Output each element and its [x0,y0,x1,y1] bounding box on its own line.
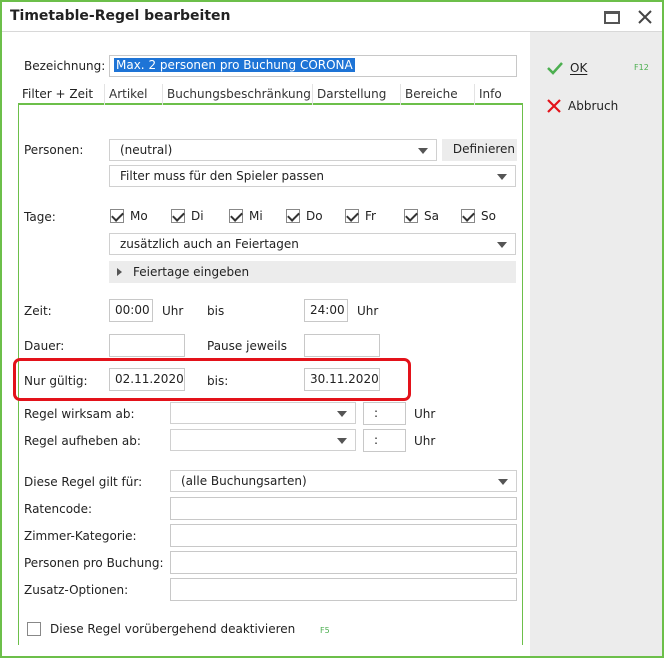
aufheben-time-input[interactable]: : [363,429,406,452]
wirksam-label: Regel wirksam ab: [24,407,135,421]
time-from-unit: Uhr [162,304,184,318]
zeit-label: Zeit: [24,304,52,318]
time-bis-label: bis [207,304,225,318]
define-button[interactable]: Definieren [442,139,517,161]
chevron-down-icon [497,242,507,248]
deactivate-checkbox[interactable]: Diese Regel vorübergehend deaktivieren [27,622,295,636]
wirksam-date-select[interactable] [170,402,356,424]
checkbox-checked-icon [171,209,185,223]
time-to-unit: Uhr [357,304,379,318]
day-checkbox-di[interactable]: Di [171,209,204,223]
checkbox-checked-icon [461,209,475,223]
tab-filter-zeit[interactable]: Filter + Zeit [18,84,97,105]
pause-input[interactable] [304,334,380,357]
aufheben-label: Regel aufheben ab: [24,434,141,448]
checkbox-checked-icon [404,209,418,223]
ratencode-label: Ratencode: [24,502,93,516]
dialog-window: Timetable-Regel bearbeiten Bezeichnung: … [0,0,664,658]
title-bar: Timetable-Regel bearbeiten [2,2,662,32]
checkbox-checked-icon [229,209,243,223]
tab-bar: Filter + Zeit Artikel Buchungsbeschränku… [18,84,523,105]
day-checkbox-so[interactable]: So [461,209,496,223]
tage-label: Tage: [24,210,56,224]
tab-artikel[interactable]: Artikel [104,84,151,105]
cancel-label: Abbruch [568,99,619,113]
checkbox-unchecked-icon [27,622,41,636]
chevron-down-icon [418,148,428,154]
player-filter-select[interactable]: Filter muss für den Spieler passen [109,165,516,187]
day-label: Do [306,209,323,223]
day-checkbox-fr[interactable]: Fr [345,209,376,223]
day-checkbox-sa[interactable]: Sa [404,209,439,223]
gilt-fuer-value: (alle Buchungsarten) [181,474,307,488]
day-label: So [481,209,496,223]
gilt-fuer-select[interactable]: (alle Buchungsarten) [170,470,517,492]
checkbox-checked-icon [286,209,300,223]
day-checkbox-mo[interactable]: Mo [110,209,148,223]
aufheben-unit: Uhr [414,434,436,448]
highlight-annotation [13,358,411,401]
personen-buchung-input[interactable] [170,551,517,574]
personen-value: (neutral) [120,143,173,157]
dauer-input[interactable] [109,334,185,357]
ok-button[interactable]: OK [546,56,587,80]
zusatz-label: Zusatz-Optionen: [24,583,129,597]
day-label: Fr [365,209,376,223]
bezeichnung-label: Bezeichnung: [24,59,106,73]
day-label: Mo [130,209,148,223]
checkbox-checked-icon [345,209,359,223]
pause-label: Pause jeweils [207,339,287,353]
close-icon [638,10,652,24]
tab-info[interactable]: Info [474,84,506,105]
zimmer-input[interactable] [170,524,517,547]
action-panel: OK F12 Abbruch [530,32,662,656]
day-checkbox-do[interactable]: Do [286,209,323,223]
checkmark-icon [547,62,563,75]
day-label: Sa [424,209,439,223]
chevron-down-icon [337,438,347,444]
tab-darstellung[interactable]: Darstellung [312,84,390,105]
day-label: Mi [249,209,263,223]
ok-shortcut: F12 [634,63,649,72]
personen-label: Personen: [24,143,84,157]
chevron-right-icon [117,268,122,276]
chevron-down-icon [498,479,508,485]
cancel-button[interactable]: Abbruch [546,94,618,118]
maximize-icon [604,10,620,24]
deactivate-shortcut: F5 [320,626,330,635]
holiday-expander[interactable]: Feiertage eingeben [109,261,516,283]
aufheben-date-select[interactable] [170,429,356,451]
chevron-down-icon [497,174,507,180]
personen-select[interactable]: (neutral) [109,139,437,161]
time-from-input[interactable]: 00:00 [109,299,153,322]
holiday-select[interactable]: zusätzlich auch an Feiertagen [109,233,516,255]
zimmer-label: Zimmer-Kategorie: [24,529,137,543]
bezeichnung-input[interactable]: Max. 2 personen pro Buchung CORONA [109,55,517,77]
close-button[interactable] [632,5,658,29]
maximize-button[interactable] [599,5,625,29]
wirksam-unit: Uhr [414,407,436,421]
close-icon [547,99,561,113]
bezeichnung-value: Max. 2 personen pro Buchung CORONA [114,58,355,72]
player-filter-value: Filter muss für den Spieler passen [120,169,325,183]
dauer-label: Dauer: [24,339,65,353]
day-label: Di [191,209,204,223]
holiday-expander-label: Feiertage eingeben [133,265,250,279]
wirksam-time-input[interactable]: : [363,402,406,425]
chevron-down-icon [337,411,347,417]
tab-buchungsbeschraenkung[interactable]: Buchungsbeschränkung [162,84,315,105]
ratencode-input[interactable] [170,497,517,520]
holiday-value: zusätzlich auch an Feiertagen [120,237,299,251]
tab-bereiche[interactable]: Bereiche [400,84,462,105]
personen-buchung-label: Personen pro Buchung: [24,556,164,570]
checkbox-checked-icon [110,209,124,223]
deactivate-label: Diese Regel vorübergehend deaktivieren [50,622,296,636]
gilt-fuer-label: Diese Regel gilt für: [24,475,143,489]
time-to-input[interactable]: 24:00 [304,299,348,322]
ok-label: OK [570,61,588,75]
zusatz-input[interactable] [170,578,517,601]
day-checkbox-mi[interactable]: Mi [229,209,263,223]
window-title: Timetable-Regel bearbeiten [10,8,231,24]
